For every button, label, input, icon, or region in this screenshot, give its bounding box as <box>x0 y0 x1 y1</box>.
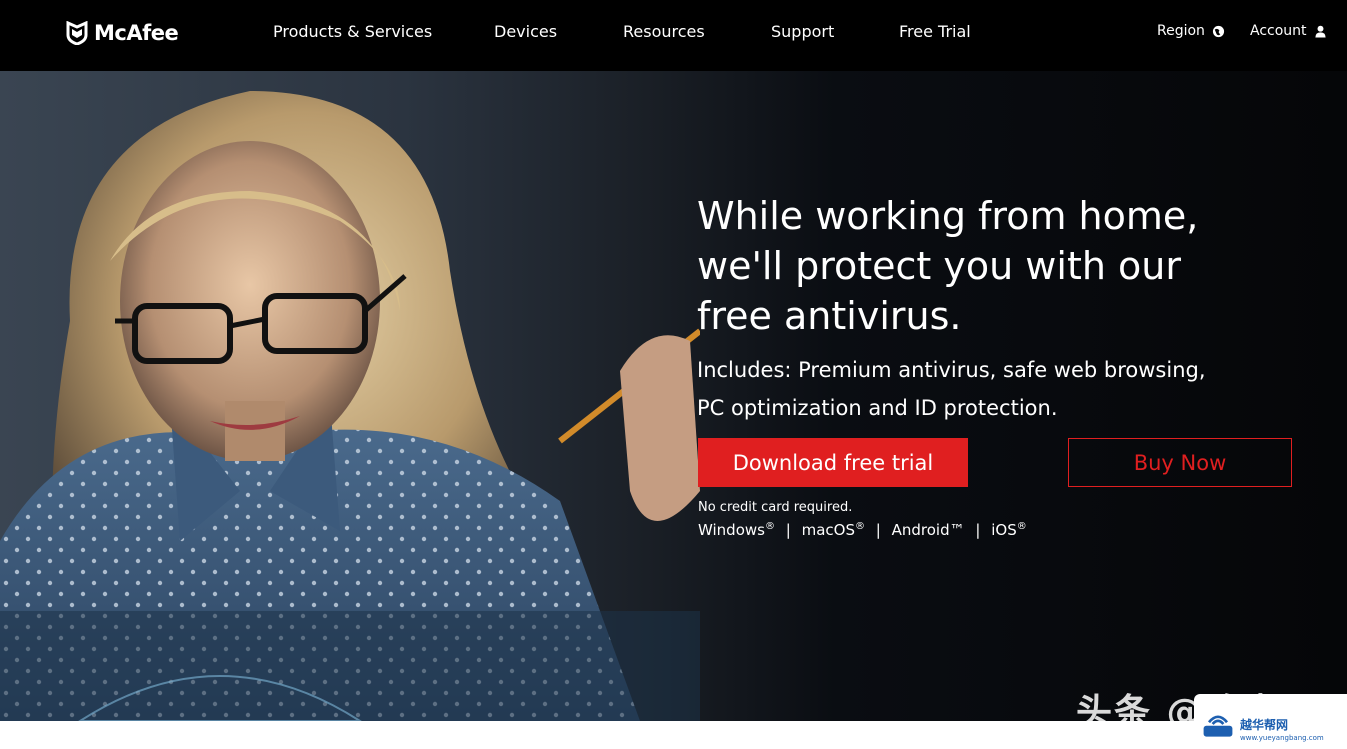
page-bottom-strip <box>0 721 1347 749</box>
woman-with-laptop-photo <box>0 91 700 721</box>
region-selector[interactable]: Region <box>1157 23 1225 39</box>
registered-mark: ® <box>1016 521 1027 532</box>
subtext-line-2: PC optimization and ID protection. <box>697 396 1058 420</box>
platform-windows: Windows <box>698 521 765 539</box>
platform-android: Android™ <box>891 521 965 539</box>
download-free-trial-button[interactable]: Download free trial <box>698 438 968 487</box>
subtext-line-1: Includes: Premium antivirus, safe web br… <box>697 358 1206 382</box>
separator: | <box>785 521 791 539</box>
platform-ios: iOS <box>991 521 1017 539</box>
separator: | <box>875 521 881 539</box>
mcafee-shield-icon <box>66 21 88 45</box>
globe-icon <box>1212 25 1225 37</box>
headline-line-2: we'll protect you with our <box>697 244 1181 288</box>
hero-subtext: Includes: Premium antivirus, safe web br… <box>697 351 1297 427</box>
registered-mark: ® <box>854 521 865 532</box>
nav-products-services[interactable]: Products & Services <box>273 22 432 41</box>
router-icon <box>1203 715 1233 737</box>
account-label: Account <box>1250 23 1307 39</box>
hero-banner: While working from home, we'll protect y… <box>0 71 1347 721</box>
mcafee-logo[interactable]: McAfee <box>66 18 179 48</box>
separator: | <box>975 521 981 539</box>
account-menu[interactable]: Account <box>1250 23 1327 39</box>
no-credit-card-note: No credit card required. <box>698 500 853 515</box>
supported-platforms: Windows® | macOS® | Android™ | iOS® <box>698 521 1027 539</box>
headline-line-3: free antivirus. <box>697 294 962 338</box>
watermark-badge-url: www.yueyangbang.com <box>1240 734 1324 742</box>
buy-now-button[interactable]: Buy Now <box>1068 438 1292 487</box>
region-label: Region <box>1157 23 1205 39</box>
registered-mark: ® <box>764 521 775 532</box>
nav-devices[interactable]: Devices <box>494 22 557 41</box>
nav-resources[interactable]: Resources <box>623 22 705 41</box>
user-icon <box>1314 25 1326 38</box>
brand-name: McAfee <box>94 21 179 45</box>
platform-macos: macOS <box>801 521 855 539</box>
nav-free-trial[interactable]: Free Trial <box>899 22 971 41</box>
nav-support[interactable]: Support <box>771 22 834 41</box>
hero-headline: While working from home, we'll protect y… <box>697 191 1297 341</box>
watermark-badge: 越华帮网 www.yueyangbang.com <box>1194 694 1347 749</box>
headline-line-1: While working from home, <box>697 194 1199 238</box>
top-navigation: McAfee Products & Services Devices Resou… <box>0 0 1347 71</box>
watermark-badge-title: 越华帮网 <box>1240 718 1289 732</box>
